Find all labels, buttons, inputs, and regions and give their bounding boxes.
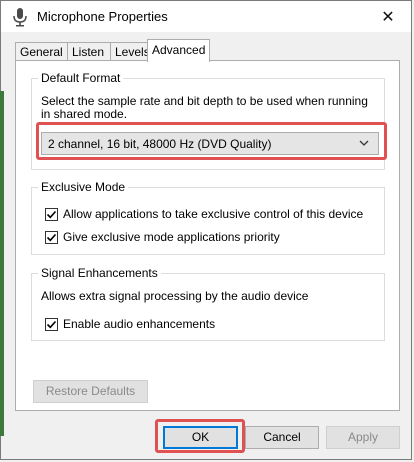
group-legend: Default Format: [38, 71, 124, 85]
apply-button[interactable]: Apply: [326, 426, 400, 449]
description-line: in shared mode.: [41, 107, 128, 121]
background-strip: [0, 91, 4, 436]
enable-enhancements-option[interactable]: Enable audio enhancements: [45, 317, 215, 331]
tab-general[interactable]: General: [15, 42, 69, 60]
close-icon: ✕: [381, 8, 395, 26]
exclusive-priority-option[interactable]: Give exclusive mode applications priorit…: [45, 230, 280, 244]
tab-levels[interactable]: Levels: [110, 42, 150, 60]
title-bar: Microphone Properties ✕: [1, 1, 411, 32]
restore-defaults-button[interactable]: Restore Defaults: [33, 380, 148, 403]
exclusive-mode-group: Exclusive Mode: [31, 180, 385, 255]
group-legend: Exclusive Mode: [38, 180, 129, 194]
tab-listen[interactable]: Listen: [67, 42, 112, 60]
cancel-button[interactable]: Cancel: [245, 426, 319, 449]
microphone-icon: [11, 7, 29, 27]
tab-label: General: [20, 45, 63, 59]
tab-advanced[interactable]: Advanced: [147, 39, 210, 62]
allow-exclusive-control-checkbox[interactable]: [45, 207, 58, 221]
microphone-properties-dialog: Microphone Properties ✕ General Listen L…: [0, 0, 412, 460]
allow-exclusive-control-label: Allow applications to take exclusive con…: [63, 207, 364, 221]
window-title: Microphone Properties: [37, 9, 168, 24]
group-legend: Signal Enhancements: [38, 266, 161, 280]
exclusive-priority-label: Give exclusive mode applications priorit…: [63, 230, 280, 244]
signal-enhancements-description: Allows extra signal processing by the au…: [41, 289, 309, 303]
default-format-description: Select the sample rate and bit depth to …: [41, 95, 368, 121]
enable-enhancements-checkbox[interactable]: [45, 317, 58, 331]
close-button[interactable]: ✕: [365, 1, 411, 32]
tab-label: Listen: [72, 45, 105, 59]
allow-exclusive-control-option[interactable]: Allow applications to take exclusive con…: [45, 207, 363, 221]
ok-highlight-annotation: [155, 419, 245, 453]
exclusive-priority-checkbox[interactable]: [45, 230, 58, 244]
enable-enhancements-label: Enable audio enhancements: [63, 317, 216, 331]
tab-label: Advanced: [152, 43, 206, 57]
tab-label: Levels: [115, 45, 150, 59]
select-highlight-annotation: [36, 122, 387, 160]
